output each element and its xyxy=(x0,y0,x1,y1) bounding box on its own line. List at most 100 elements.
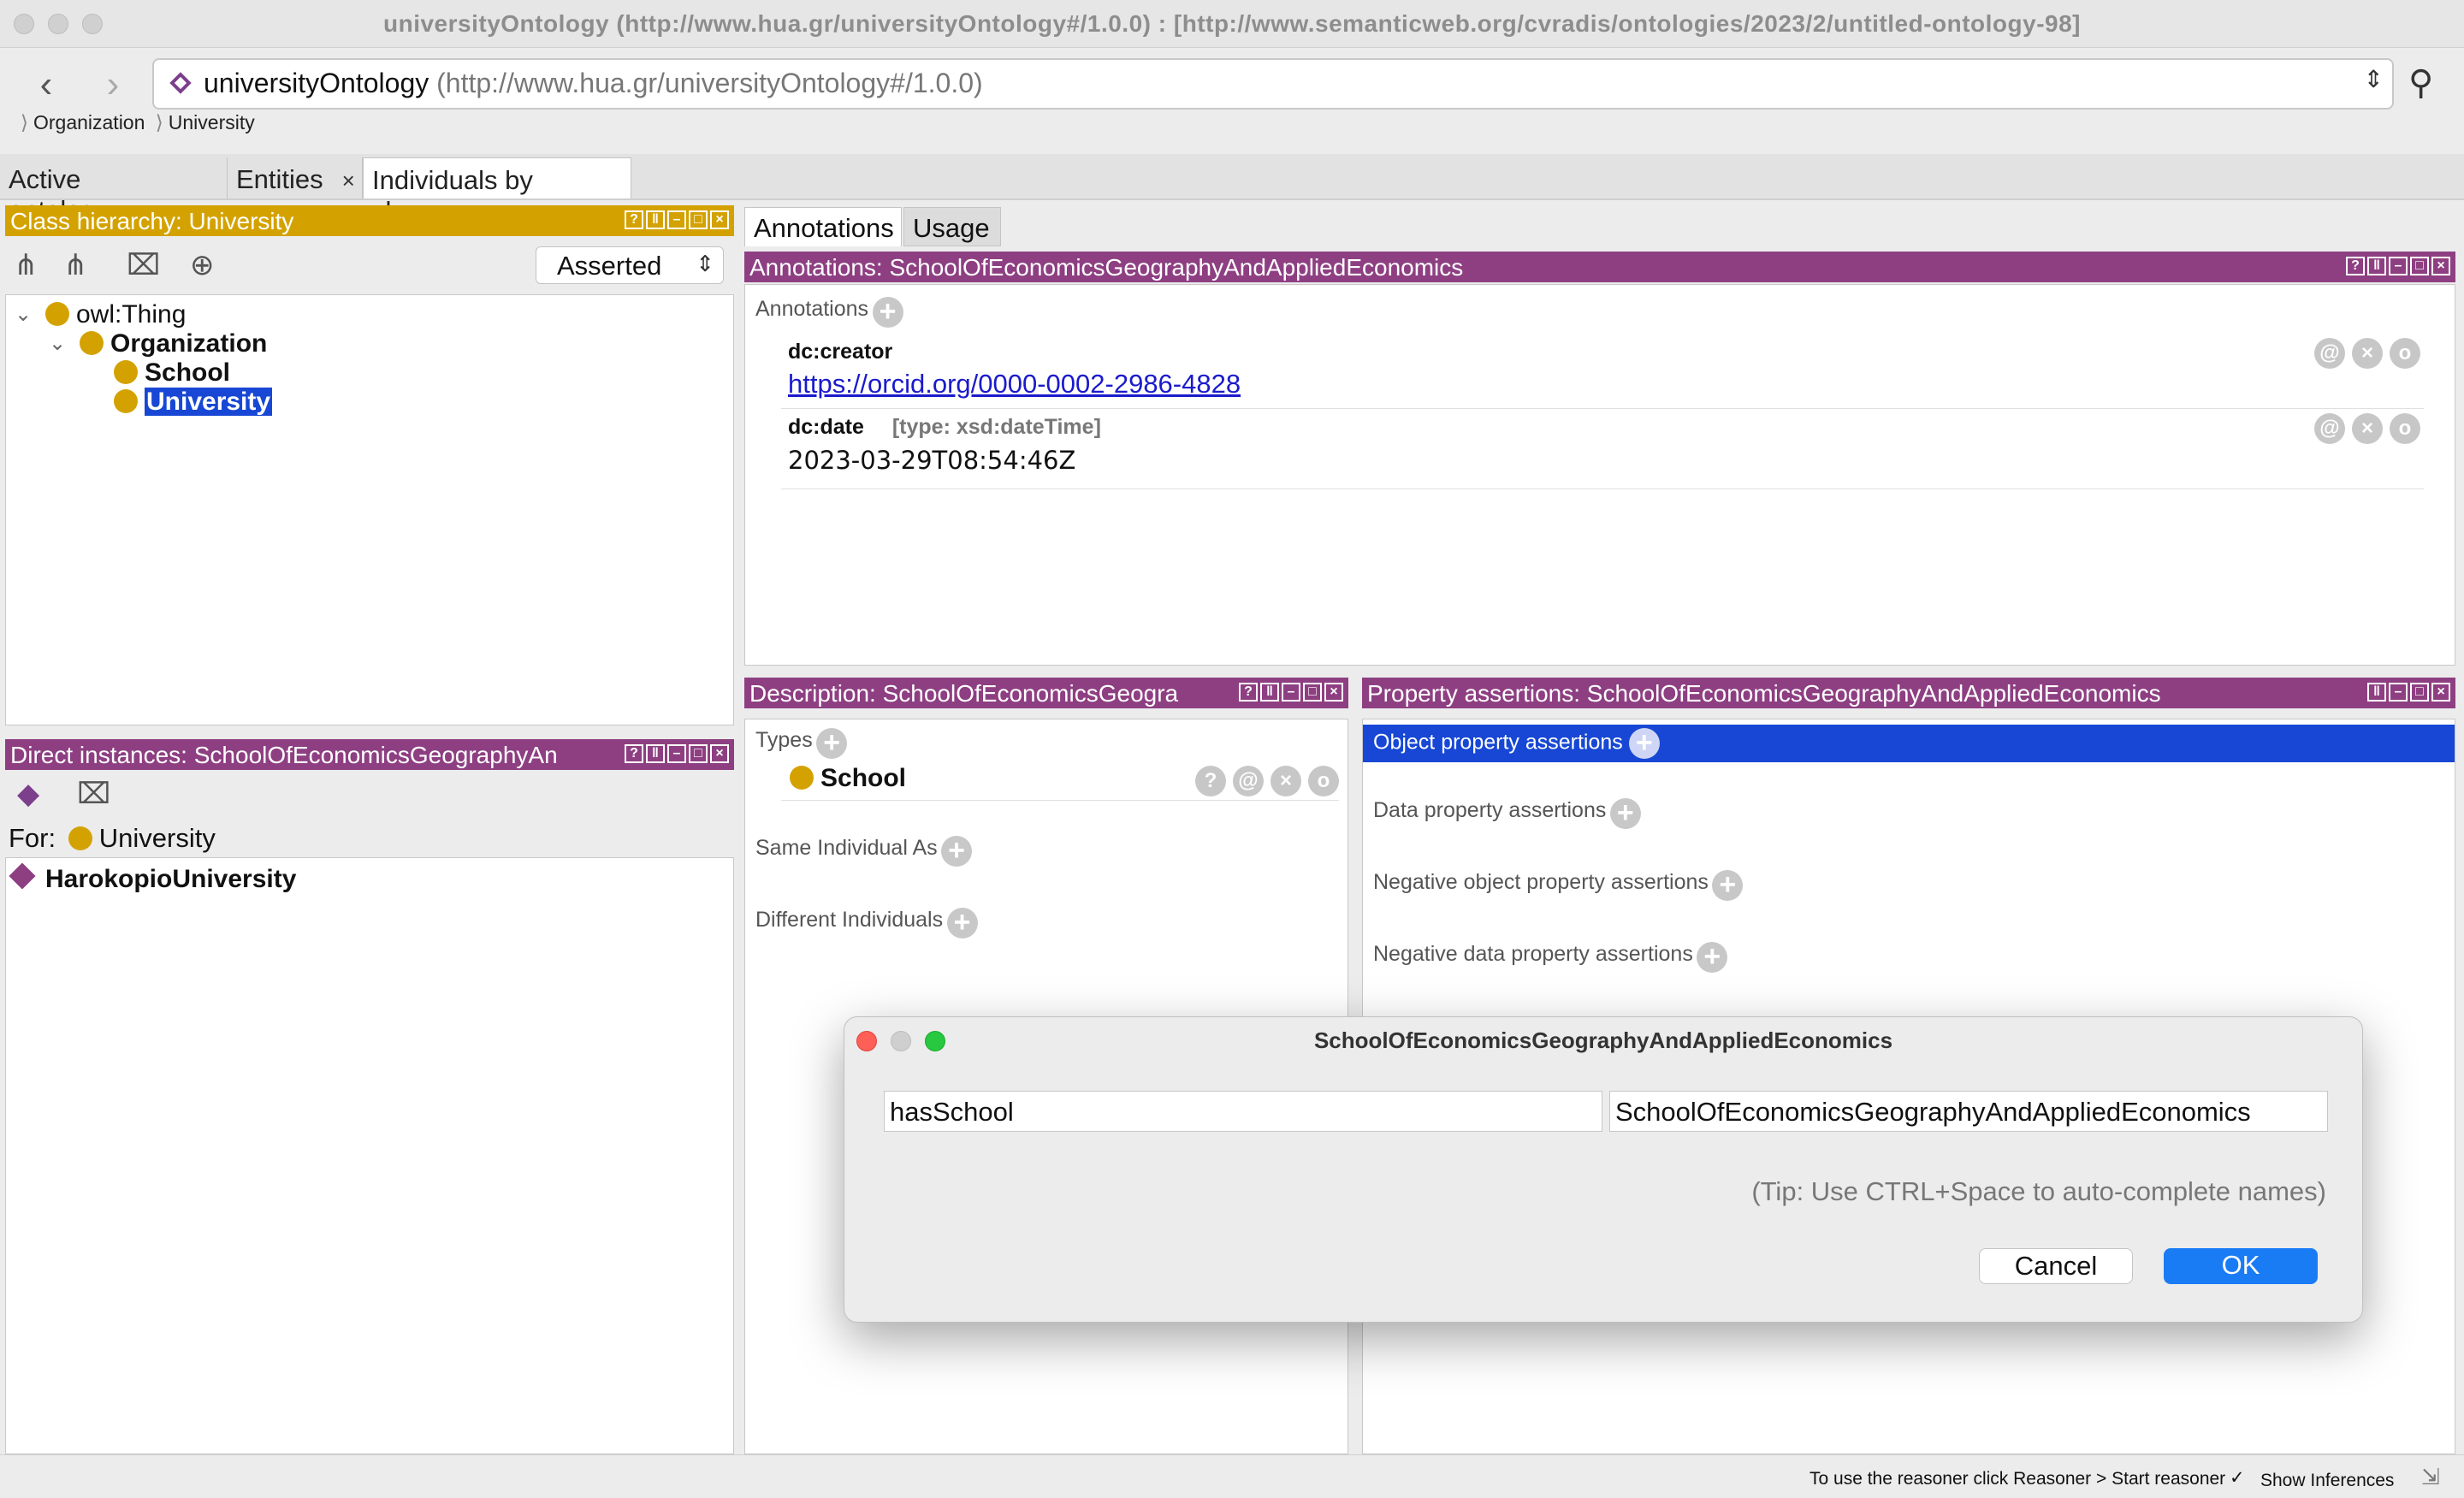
delete-individual-icon[interactable]: ⌧ xyxy=(77,777,110,811)
add-same-individual-button[interactable]: + xyxy=(941,836,973,867)
minimize-icon[interactable]: – xyxy=(2389,683,2408,702)
maximize-icon[interactable]: □ xyxy=(689,744,708,763)
object-property-dialog: SchoolOfEconomicsGeographyAndAppliedEcon… xyxy=(844,1016,2363,1323)
split-icon[interactable]: ‖ xyxy=(646,210,665,229)
help-icon[interactable]: ? xyxy=(625,210,643,229)
close-tab-icon[interactable]: × xyxy=(342,168,355,193)
tab-active-ontology[interactable]: Active ontology× xyxy=(0,157,228,225)
panel-window-buttons: ‖ – □ × xyxy=(2367,683,2450,702)
individual-input[interactable]: SchoolOfEconomicsGeographyAndAppliedEcon… xyxy=(1609,1091,2328,1132)
individual-label: HarokopioUniversity xyxy=(45,865,297,893)
close-icon[interactable]: × xyxy=(710,210,729,229)
minimize-icon[interactable]: – xyxy=(2389,257,2408,275)
back-arrow-icon[interactable]: ‹ xyxy=(29,63,63,106)
add-object-property-button[interactable]: + xyxy=(1628,728,1660,759)
edit-icon[interactable]: o xyxy=(1308,766,1339,796)
help-icon[interactable]: ? xyxy=(1239,683,1258,702)
tree-item-owl-thing[interactable]: owl:Thing xyxy=(45,300,186,329)
show-inferences-checkbox[interactable]: ✓ xyxy=(2230,1467,2245,1489)
updown-chevron-icon: ⇕ xyxy=(2363,66,2384,92)
annotations-body: Annotations + dc:creator https://orcid.o… xyxy=(744,284,2455,666)
edit-icon[interactable]: o xyxy=(2390,338,2420,369)
section-label: Annotations xyxy=(755,297,869,322)
hierarchy-mode-select[interactable]: Asserted ⇕ xyxy=(536,246,724,284)
add-annotation-button[interactable]: + xyxy=(872,297,903,328)
delete-class-icon[interactable]: ⌧ xyxy=(127,248,160,282)
breadcrumb-item[interactable]: University xyxy=(169,111,255,133)
maximize-icon[interactable]: □ xyxy=(2410,683,2429,702)
class-icon xyxy=(114,389,138,413)
close-icon[interactable]: × xyxy=(710,744,729,763)
split-icon[interactable]: ‖ xyxy=(646,744,665,763)
forward-arrow-icon[interactable]: › xyxy=(96,63,130,106)
edit-icon[interactable]: o xyxy=(2390,413,2420,444)
minimize-icon[interactable]: – xyxy=(1282,683,1300,702)
add-negative-object-property-button[interactable]: + xyxy=(1712,870,1744,901)
annotation-property: dc:creator xyxy=(788,340,893,364)
show-inferences-label: Show Inferences xyxy=(2260,1471,2395,1490)
minimize-icon[interactable]: – xyxy=(667,744,686,763)
add-data-property-button[interactable]: + xyxy=(1609,798,1641,829)
annotate-icon[interactable]: @ xyxy=(2314,413,2345,444)
annotation-value-link[interactable]: https://orcid.org/0000-0002-2986-4828 xyxy=(788,369,1241,400)
class-label: School xyxy=(145,358,231,387)
help-icon[interactable]: ? xyxy=(625,744,643,763)
object-property-assertions-section[interactable]: Object property assertions + xyxy=(1363,725,2455,762)
search-icon[interactable]: ⚲ xyxy=(2408,63,2433,103)
cancel-button[interactable]: Cancel xyxy=(1979,1248,2133,1284)
tree-item-organization[interactable]: Organization xyxy=(80,329,267,358)
divider xyxy=(781,408,2424,409)
add-sibling-class-icon[interactable]: ⋔ xyxy=(63,248,88,282)
delete-icon[interactable]: × xyxy=(2352,338,2383,369)
close-icon[interactable]: × xyxy=(2431,257,2450,275)
close-icon[interactable]: × xyxy=(1324,683,1343,702)
annotate-icon[interactable]: @ xyxy=(2314,338,2345,369)
help-icon[interactable]: ? xyxy=(2346,257,2365,275)
add-different-individual-button[interactable]: + xyxy=(946,908,978,938)
annotate-icon[interactable]: @ xyxy=(1233,766,1264,796)
for-class: University xyxy=(98,823,216,853)
target-icon[interactable]: ⊕ xyxy=(190,248,215,282)
tab-entities[interactable]: Entities × xyxy=(228,157,363,198)
tree-item-school[interactable]: School xyxy=(114,358,230,388)
class-label: Organization xyxy=(110,329,268,358)
instances-for: For: University xyxy=(9,823,216,854)
list-item[interactable]: HarokopioUniversity xyxy=(9,862,297,894)
breadcrumb-item[interactable]: Organization xyxy=(33,111,145,133)
split-icon[interactable]: ‖ xyxy=(1260,683,1279,702)
tree-item-university[interactable]: University xyxy=(114,388,273,417)
negative-data-property-section: Negative data property assertions + xyxy=(1373,942,1728,973)
tab-annotations[interactable]: Annotations xyxy=(744,207,902,246)
maximize-icon[interactable]: □ xyxy=(1303,683,1322,702)
delete-icon[interactable]: × xyxy=(1270,766,1301,796)
type-item[interactable]: School xyxy=(790,764,906,793)
section-label: Data property assertions xyxy=(1373,798,1607,823)
maximize-icon[interactable]: □ xyxy=(2410,257,2429,275)
close-icon[interactable]: × xyxy=(2431,683,2450,702)
tab-bar: Active ontology× Entities × Individuals b… xyxy=(0,154,2464,226)
split-icon[interactable]: ‖ xyxy=(2367,683,2386,702)
class-icon xyxy=(45,302,69,326)
tab-individuals-by-class[interactable]: Individuals by class× xyxy=(363,157,631,226)
add-negative-data-property-button[interactable]: + xyxy=(1697,942,1728,973)
minimize-icon[interactable]: – xyxy=(667,210,686,229)
class-icon xyxy=(80,331,104,355)
ok-button[interactable]: OK xyxy=(2164,1248,2318,1284)
delete-icon[interactable]: × xyxy=(2352,413,2383,444)
add-individual-icon[interactable]: ◆ xyxy=(17,777,39,811)
ontology-selector[interactable]: universityOntology (http://www.hua.gr/un… xyxy=(152,58,2394,110)
split-icon[interactable]: ‖ xyxy=(2367,257,2386,275)
maximize-icon[interactable]: □ xyxy=(689,210,708,229)
chevron-down-icon[interactable]: ⌄ xyxy=(15,302,32,327)
chevron-down-icon[interactable]: ⌄ xyxy=(49,331,66,356)
explain-icon[interactable]: ? xyxy=(1195,766,1226,796)
direct-instances-header: Direct instances: SchoolOfEconomicsGeogr… xyxy=(5,739,734,770)
add-type-button[interactable]: + xyxy=(816,728,848,759)
annotation-value: 2023-03-29T08:54:46Z xyxy=(788,446,1076,475)
resize-grip-icon[interactable]: ⇲ xyxy=(2421,1464,2440,1490)
data-property-assertions-section: Data property assertions + xyxy=(1373,798,1641,829)
property-input[interactable]: hasSchool xyxy=(884,1091,1602,1132)
tab-usage[interactable]: Usage xyxy=(903,207,1001,246)
add-subclass-icon[interactable]: ⋔ xyxy=(14,248,38,282)
updown-chevron-icon: ⇕ xyxy=(696,251,714,276)
